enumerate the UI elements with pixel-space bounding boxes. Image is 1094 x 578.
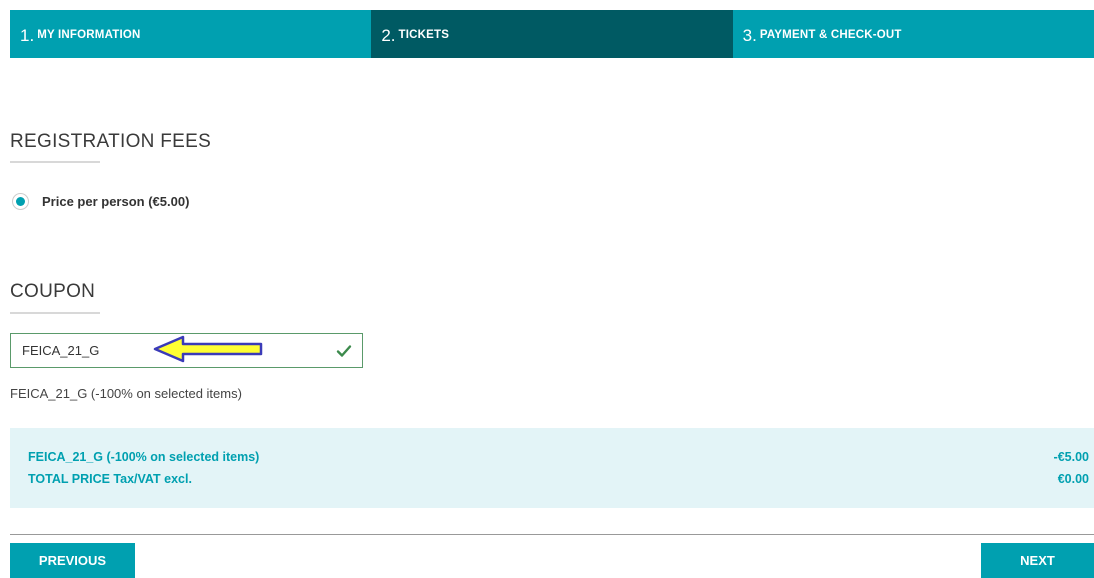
step-payment-checkout[interactable]: 3. PAYMENT & CHECK-OUT (732, 10, 1094, 58)
summary-row-total: TOTAL PRICE Tax/VAT excl. €0.00 (28, 472, 1089, 486)
step-label: MY INFORMATION (37, 29, 141, 41)
summary-amount: €0.00 (1057, 472, 1089, 486)
step-label: TICKETS (398, 29, 450, 41)
summary-label: FEICA_21_G (-100% on selected items) (28, 450, 260, 464)
coupon-applied-text: FEICA_21_G (-100% on selected items) (10, 386, 242, 401)
price-per-person-option[interactable]: Price per person (€5.00) (12, 193, 189, 210)
step-number: 3. (742, 26, 757, 45)
next-button[interactable]: NEXT (981, 543, 1094, 578)
radio-button[interactable] (12, 193, 29, 210)
summary-label: TOTAL PRICE Tax/VAT excl. (28, 472, 192, 486)
divider (10, 534, 1094, 535)
step-number: 1. (20, 26, 35, 45)
step-my-information[interactable]: 1. MY INFORMATION (10, 10, 372, 58)
step-number: 2. (381, 26, 396, 45)
radio-selected-dot (16, 197, 25, 206)
annotation-arrow-icon (153, 335, 263, 363)
checkout-steps: 1. MY INFORMATION 2. TICKETS 3. PAYMENT … (10, 10, 1094, 58)
price-option-label: Price per person (€5.00) (42, 194, 190, 209)
previous-button[interactable]: PREVIOUS (10, 543, 135, 578)
coupon-title: COUPON (10, 281, 96, 302)
check-icon (336, 345, 352, 357)
summary-row-discount: FEICA_21_G (-100% on selected items) -€5… (28, 450, 1089, 464)
section-underline (10, 312, 100, 314)
step-tickets[interactable]: 2. TICKETS (371, 10, 733, 58)
step-label: PAYMENT & CHECK-OUT (759, 29, 902, 41)
price-summary: FEICA_21_G (-100% on selected items) -€5… (10, 428, 1094, 508)
section-underline (10, 161, 100, 163)
summary-amount: -€5.00 (1053, 450, 1089, 464)
registration-fees-title: REGISTRATION FEES (10, 131, 212, 152)
